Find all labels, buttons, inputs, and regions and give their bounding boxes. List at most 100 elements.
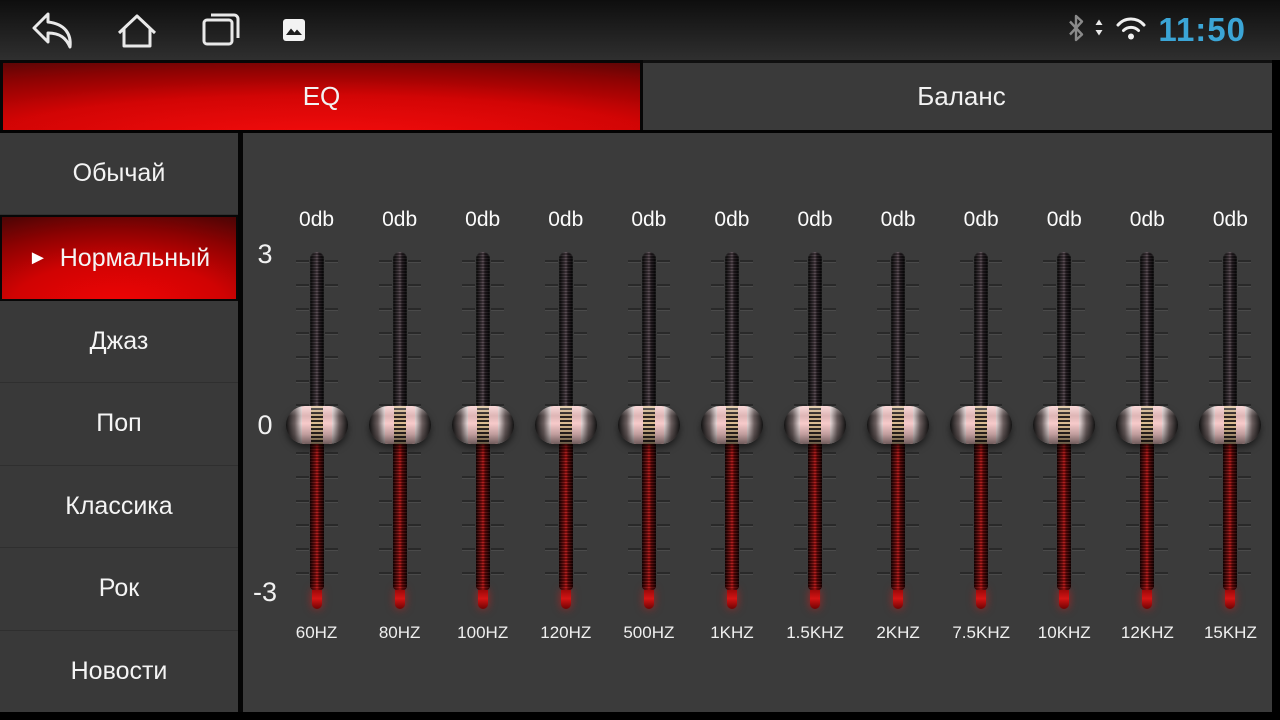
slider-track-tip <box>976 590 986 609</box>
gallery-button[interactable] <box>280 7 308 53</box>
slider-thumb[interactable] <box>950 406 1012 444</box>
eq-band-7.5khz: 0db 7.5KHZ <box>940 133 1023 712</box>
band-frequency-label: 10KHZ <box>1023 623 1106 643</box>
band-slider[interactable] <box>948 252 1014 590</box>
band-value-label: 0db <box>607 208 690 232</box>
band-value-label: 0db <box>940 208 1023 232</box>
slider-track-fill <box>891 425 905 590</box>
content-area: ► Обычай ► Нормальный ► Джаз ► Поп ► Кла… <box>0 130 1272 712</box>
slider-track-fill <box>725 425 739 590</box>
clock: 11:50 <box>1158 11 1246 49</box>
slider-track-tip <box>644 590 654 609</box>
band-slider[interactable] <box>699 252 765 590</box>
band-value-label: 0db <box>857 208 940 232</box>
band-slider[interactable] <box>1197 252 1263 590</box>
preset-label: Нормальный <box>60 244 210 273</box>
slider-track-fill <box>974 425 988 590</box>
slider-thumb[interactable] <box>1199 406 1261 444</box>
slider-thumb[interactable] <box>452 406 514 444</box>
band-slider[interactable] <box>616 252 682 590</box>
slider-thumb[interactable] <box>369 406 431 444</box>
eq-band-60hz: 0db 60HZ <box>275 133 358 712</box>
band-value-label: 0db <box>441 208 524 232</box>
band-slider[interactable] <box>1114 252 1180 590</box>
eq-band-15khz: 0db 15KHZ <box>1189 133 1272 712</box>
preset-label: Рок <box>99 574 139 603</box>
eq-band-100hz: 0db 100HZ <box>441 133 524 712</box>
eq-band-10khz: 0db 10KHZ <box>1023 133 1106 712</box>
nav-icons <box>0 7 308 53</box>
preset-item-0[interactable]: ► Обычай <box>0 133 238 215</box>
head-unit-screen: 11:50 EQ Баланс ► Обычай ► Нормальный ► … <box>0 0 1280 720</box>
slider-track-fill <box>642 425 656 590</box>
band-value-label: 0db <box>1023 208 1106 232</box>
band-frequency-label: 1KHZ <box>690 623 773 643</box>
gallery-icon <box>282 18 306 42</box>
recent-apps-icon <box>198 9 244 51</box>
slider-track-fill <box>559 425 573 590</box>
slider-track-tip <box>478 590 488 609</box>
slider-thumb[interactable] <box>535 406 597 444</box>
band-slider[interactable] <box>1031 252 1097 590</box>
slider-thumb[interactable] <box>701 406 763 444</box>
slider-thumb[interactable] <box>618 406 680 444</box>
home-button[interactable] <box>112 7 162 53</box>
slider-track-tip <box>1225 590 1235 609</box>
tab-balance-label: Баланс <box>917 81 1006 112</box>
preset-sidebar: ► Обычай ► Нормальный ► Джаз ► Поп ► Кла… <box>0 133 238 712</box>
slider-track-tip <box>312 590 322 609</box>
preset-item-3[interactable]: ► Поп <box>0 383 238 465</box>
preset-item-5[interactable]: ► Рок <box>0 548 238 630</box>
band-frequency-label: 500HZ <box>607 623 690 643</box>
bottom-bezel <box>0 712 1280 720</box>
preset-label: Поп <box>96 409 141 438</box>
preset-item-4[interactable]: ► Классика <box>0 466 238 548</box>
slider-track-fill <box>1057 425 1071 590</box>
slider-thumb[interactable] <box>1033 406 1095 444</box>
slider-thumb[interactable] <box>867 406 929 444</box>
back-button[interactable] <box>28 7 78 53</box>
recent-apps-button[interactable] <box>196 7 246 53</box>
band-value-label: 0db <box>1106 208 1189 232</box>
band-frequency-label: 60HZ <box>275 623 358 643</box>
band-frequency-label: 7.5KHZ <box>940 623 1023 643</box>
band-value-label: 0db <box>358 208 441 232</box>
band-value-label: 0db <box>690 208 773 232</box>
slider-thumb[interactable] <box>784 406 846 444</box>
band-slider[interactable] <box>284 252 350 590</box>
preset-item-2[interactable]: ► Джаз <box>0 301 238 383</box>
eq-band-80hz: 0db 80HZ <box>358 133 441 712</box>
band-frequency-label: 100HZ <box>441 623 524 643</box>
band-frequency-label: 2KHZ <box>857 623 940 643</box>
slider-track-tip <box>893 590 903 609</box>
band-slider[interactable] <box>450 252 516 590</box>
preset-label: Джаз <box>90 327 149 356</box>
preset-item-1[interactable]: ► Нормальный <box>0 215 238 300</box>
slider-track-fill <box>1140 425 1154 590</box>
band-frequency-label: 15KHZ <box>1189 623 1272 643</box>
slider-track-fill <box>808 425 822 590</box>
band-slider[interactable] <box>782 252 848 590</box>
slider-track-tip <box>727 590 737 609</box>
eq-band-500hz: 0db 500HZ <box>607 133 690 712</box>
tab-balance[interactable]: Баланс <box>643 60 1280 130</box>
preset-label: Классика <box>65 492 172 521</box>
band-frequency-label: 80HZ <box>358 623 441 643</box>
tab-eq[interactable]: EQ <box>0 60 643 130</box>
eq-panel: -303 0db 60HZ 0db <box>243 133 1272 712</box>
wifi-icon <box>1113 14 1149 47</box>
slider-track-tip <box>395 590 405 609</box>
band-value-label: 0db <box>275 208 358 232</box>
eq-band-1khz: 0db 1KHZ <box>690 133 773 712</box>
band-slider[interactable] <box>367 252 433 590</box>
bluetooth-icon <box>1067 13 1085 48</box>
band-slider[interactable] <box>533 252 599 590</box>
status-bar: 11:50 <box>0 0 1280 60</box>
preset-item-6[interactable]: ► Новости <box>0 631 238 712</box>
home-icon <box>113 8 161 52</box>
slider-track-tip <box>561 590 571 609</box>
slider-thumb[interactable] <box>286 406 348 444</box>
band-slider[interactable] <box>865 252 931 590</box>
slider-track-fill <box>310 425 324 590</box>
slider-thumb[interactable] <box>1116 406 1178 444</box>
